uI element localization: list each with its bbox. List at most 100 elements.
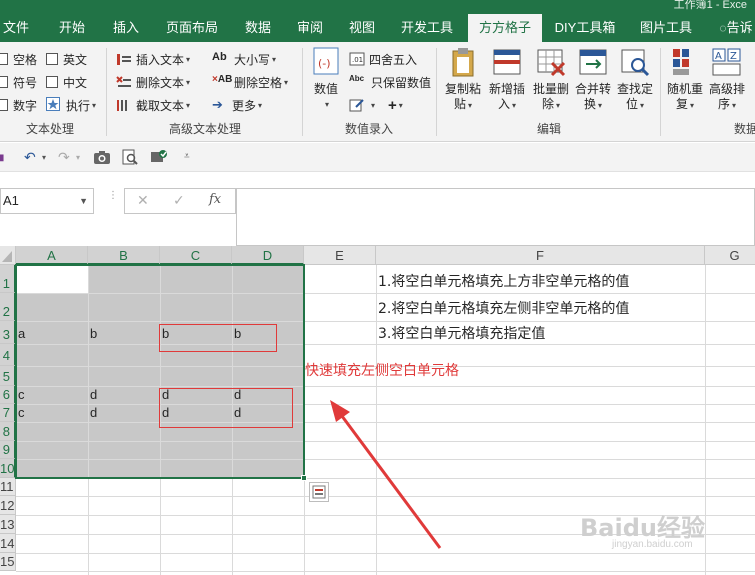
more-button[interactable]: ➔ 更多 ▾ [212, 95, 262, 115]
checkbox-space[interactable]: 空格 [0, 49, 37, 69]
chevron-down-icon: ▾ [272, 54, 277, 64]
case-button[interactable]: Ab 大小写 ▾ [212, 49, 276, 69]
row-header-3[interactable]: 3 [0, 321, 16, 344]
chevron-down-icon[interactable]: ▾ [76, 153, 80, 169]
execute-button[interactable]: 执行 ▾ [46, 95, 96, 115]
cell-a3[interactable]: a [16, 325, 25, 343]
tab-tell-me[interactable]: ◌告诉 [712, 14, 755, 42]
chevron-down-icon[interactable]: ▾ [42, 153, 46, 169]
tab-file[interactable]: 文件 [0, 14, 32, 42]
copy-paste-button[interactable]: 复制粘 贴 ▾ [442, 46, 484, 113]
merge-icon [577, 46, 609, 78]
tab-diy-toolbox[interactable]: DIY工具箱 [550, 14, 620, 42]
random-repeat-button[interactable]: 随机重 复 ▾ [664, 46, 706, 113]
tell-me-label: 告诉 [726, 20, 753, 35]
cancel-icon[interactable]: ✕ [137, 192, 149, 209]
checkbox-number[interactable]: 数字 [0, 95, 37, 115]
checkbox-chinese[interactable]: 中文 [46, 72, 87, 92]
check-icon[interactable]: ✓ [173, 192, 185, 209]
tab-page-layout[interactable]: 页面布局 [158, 14, 226, 42]
advanced-sort-button[interactable]: AZ 高级排 序 ▾ [706, 46, 748, 113]
column-header-e[interactable]: E [304, 246, 376, 265]
column-header-c[interactable]: C [160, 246, 232, 265]
extract-text-button[interactable]: 截取文本 ▾ [116, 95, 190, 115]
row-header-2[interactable]: 2 [0, 293, 16, 321]
tab-home[interactable]: 开始 [50, 14, 94, 42]
print-preview-icon[interactable] [122, 149, 138, 165]
tab-view[interactable]: 视图 [340, 14, 384, 42]
random-icon [669, 46, 701, 78]
fill-handle[interactable] [301, 475, 307, 481]
button-label: 复制粘 [444, 82, 481, 96]
delete-spaces-button[interactable]: ×AB 删除空格 ▾ [212, 72, 288, 92]
select-all-corner[interactable] [0, 246, 16, 265]
tab-data[interactable]: 数据 [236, 14, 280, 42]
tab-review[interactable]: 审阅 [288, 14, 332, 42]
row-header-7[interactable]: 7 [0, 404, 16, 422]
formula-input[interactable] [236, 188, 755, 246]
column-header-a[interactable]: A [16, 246, 88, 265]
save-icon[interactable]: ■ [0, 149, 4, 165]
insert-text-button[interactable]: 插入文本 ▾ [116, 49, 190, 69]
row-header-8[interactable]: 8 [0, 422, 16, 441]
tab-picture-tools[interactable]: 图片工具 [632, 14, 700, 42]
round-label: 四舍五入 [369, 52, 418, 67]
checkbox-symbol[interactable]: 符号 [0, 72, 37, 92]
row-header-6[interactable]: 6 [0, 386, 16, 404]
row-header-13[interactable]: 13 [0, 515, 16, 534]
round-button[interactable]: .01 四舍五入 [349, 49, 417, 69]
row-header-14[interactable]: 14 [0, 534, 16, 553]
group-divider [302, 48, 303, 136]
row-header-9[interactable]: 9 [0, 441, 16, 459]
plus-icon: + [388, 96, 397, 114]
cell-b7[interactable]: d [88, 404, 97, 422]
button-label: 高级排 [708, 82, 745, 96]
camera-icon[interactable] [93, 149, 111, 165]
cell-b6[interactable]: d [88, 386, 97, 404]
column-header-g[interactable]: G [705, 246, 755, 265]
keep-numeric-button[interactable]: Abc 只保留数值 [349, 72, 431, 92]
row-header-4[interactable]: 4 [0, 344, 16, 366]
cell-a6[interactable]: c [16, 386, 25, 404]
customize-qat-icon[interactable]: ⩡ [184, 151, 190, 167]
cell-b3[interactable]: b [88, 325, 97, 343]
edit-icon [349, 97, 365, 113]
insert-function-icon[interactable]: fx [209, 192, 221, 207]
row-header-1[interactable]: 1 [0, 265, 16, 293]
tab-developer[interactable]: 开发工具 [393, 14, 461, 42]
extract-text-icon [116, 97, 132, 113]
add-insert-button[interactable]: 新增插 入 ▾ [486, 46, 528, 113]
find-locate-button[interactable]: 查找定 位 ▾ [614, 46, 656, 113]
tab-insert[interactable]: 插入 [104, 14, 148, 42]
column-header-f[interactable]: F [376, 246, 705, 265]
group-label-text: 文本处理 [25, 122, 74, 136]
row-header-5[interactable]: 5 [0, 366, 16, 386]
delete-spaces-label: 删除空格 [234, 75, 283, 90]
cell-a7[interactable]: c [16, 404, 25, 422]
row-header-15[interactable]: 15 [0, 553, 16, 571]
checkbox-english[interactable]: 英文 [46, 49, 87, 69]
row-header-11[interactable]: 11 [0, 478, 16, 496]
column-header-b[interactable]: B [88, 246, 160, 265]
numeric-button[interactable]: (-) 数值 ▾ [308, 46, 344, 112]
resize-handle-icon[interactable]: ⋮ [108, 191, 118, 208]
name-box[interactable]: A1 ▼ [0, 188, 94, 214]
undo-icon[interactable]: ↶ [24, 149, 36, 165]
batch-delete-button[interactable]: 批量删 除 ▾ [530, 46, 572, 113]
chevron-down-icon: ▾ [598, 101, 603, 110]
column-header-d[interactable]: D [232, 246, 304, 265]
row-header-12[interactable]: 12 [0, 496, 16, 515]
share-icon[interactable] [150, 149, 168, 165]
merge-convert-button[interactable]: 合并转 换 ▾ [572, 46, 614, 113]
delete-text-button[interactable]: 删除文本 ▾ [116, 72, 190, 92]
button-label: 合并转 [574, 82, 611, 96]
plus-dropdown[interactable]: + ▾ [388, 95, 403, 115]
chevron-down-icon[interactable]: ▼ [79, 189, 88, 213]
tab-fangfang[interactable]: 方方格子 [468, 14, 542, 42]
checkbox-label: 英文 [63, 52, 88, 67]
edit-cell-dropdown[interactable]: ▾ [349, 95, 375, 115]
case-label: 大小写 [234, 52, 271, 67]
redo-icon[interactable]: ↷ [58, 149, 70, 165]
chevron-down-icon: ▾ [690, 101, 695, 110]
row-header-10[interactable]: 10 [0, 459, 16, 478]
